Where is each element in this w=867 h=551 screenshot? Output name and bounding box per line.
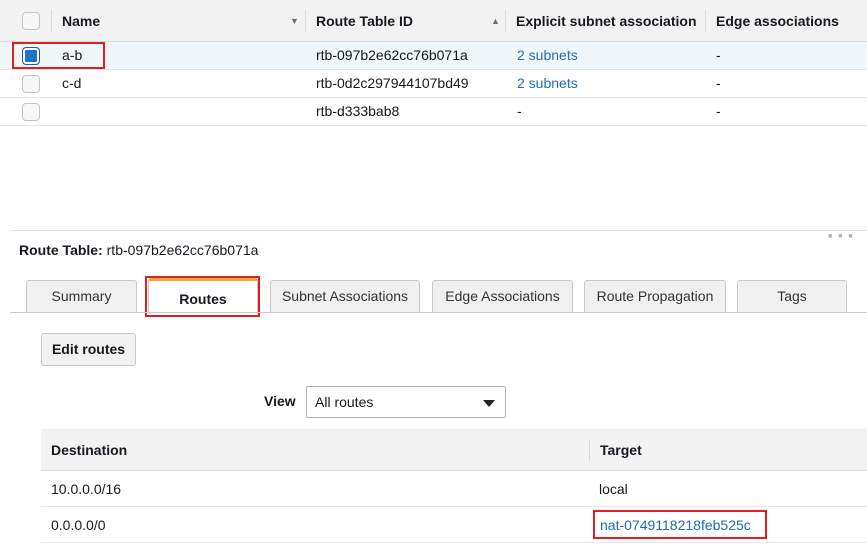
tab-tags[interactable]: Tags — [737, 280, 847, 312]
route-target: local — [599, 481, 628, 497]
route-destination: 10.0.0.0/16 — [51, 481, 122, 497]
tab-route-propagation[interactable]: Route Propagation — [584, 280, 726, 312]
column-header-edge-associations[interactable]: Edge associations — [716, 0, 839, 42]
detail-title-value: rtb-097b2e62cc76b071a — [106, 242, 259, 258]
route-table-name: a-b — [62, 47, 83, 63]
explicit-subnet-value: - — [517, 103, 522, 119]
chevron-down-icon — [483, 400, 495, 407]
tab-highlight — [145, 276, 260, 317]
column-header-name[interactable]: Name — [62, 0, 100, 42]
sort-neutral-icon[interactable]: ▼ — [290, 0, 299, 42]
edge-associations-value: - — [716, 75, 721, 91]
row-checkbox[interactable] — [22, 103, 40, 121]
column-divider — [51, 10, 52, 32]
sort-ascending-icon[interactable]: ▲ — [491, 0, 500, 42]
panel-divider[interactable] — [10, 230, 867, 231]
table-row: 10.0.0.0/16 local — [41, 471, 867, 507]
column-header-explicit-subnet[interactable]: Explicit subnet association — [516, 0, 696, 42]
table-row[interactable]: c-d rtb-0d2c297944107bd49 2 subnets - — [0, 70, 867, 98]
column-divider — [589, 439, 590, 461]
view-label: View — [264, 393, 296, 409]
tab-summary[interactable]: Summary — [26, 280, 137, 312]
detail-title-label: Route Table: — [19, 242, 103, 258]
edge-associations-value: - — [716, 103, 721, 119]
explicit-subnet-link[interactable]: 2 subnets — [517, 42, 578, 69]
route-table-name: c-d — [62, 75, 82, 91]
table-row[interactable]: rtb-d333bab8 - - — [0, 98, 867, 126]
view-select-value: All routes — [315, 394, 374, 410]
view-select[interactable]: All routes — [306, 386, 506, 418]
select-all-checkbox[interactable] — [22, 12, 40, 30]
column-header-destination[interactable]: Destination — [51, 429, 127, 471]
edge-associations-value: - — [716, 47, 721, 63]
column-divider — [505, 10, 506, 32]
column-header-route-table-id[interactable]: Route Table ID — [316, 0, 413, 42]
row-checkbox[interactable] — [22, 47, 40, 65]
table-row[interactable]: a-b rtb-097b2e62cc76b071a 2 subnets - — [0, 42, 867, 70]
route-table-id: rtb-0d2c297944107bd49 — [316, 75, 469, 91]
route-table-id: rtb-d333bab8 — [316, 103, 400, 119]
detail-title: Route Table: rtb-097b2e62cc76b071a — [19, 240, 258, 260]
target-highlight — [593, 510, 767, 539]
resize-grip-icon[interactable]: ■ ■ ■ — [828, 233, 855, 240]
tab-edge-associations[interactable]: Edge Associations — [432, 280, 573, 312]
row-checkbox[interactable] — [22, 75, 40, 93]
routes-table-header — [41, 429, 867, 471]
tab-subnet-associations[interactable]: Subnet Associations — [270, 280, 420, 312]
column-divider — [305, 10, 306, 32]
route-destination: 0.0.0.0/0 — [51, 517, 106, 533]
explicit-subnet-link[interactable]: 2 subnets — [517, 70, 578, 97]
tab-bar-baseline — [10, 312, 867, 313]
edit-routes-button[interactable]: Edit routes — [41, 333, 136, 366]
column-divider — [705, 10, 706, 32]
route-table-id: rtb-097b2e62cc76b071a — [316, 47, 468, 63]
column-header-target[interactable]: Target — [600, 429, 642, 471]
